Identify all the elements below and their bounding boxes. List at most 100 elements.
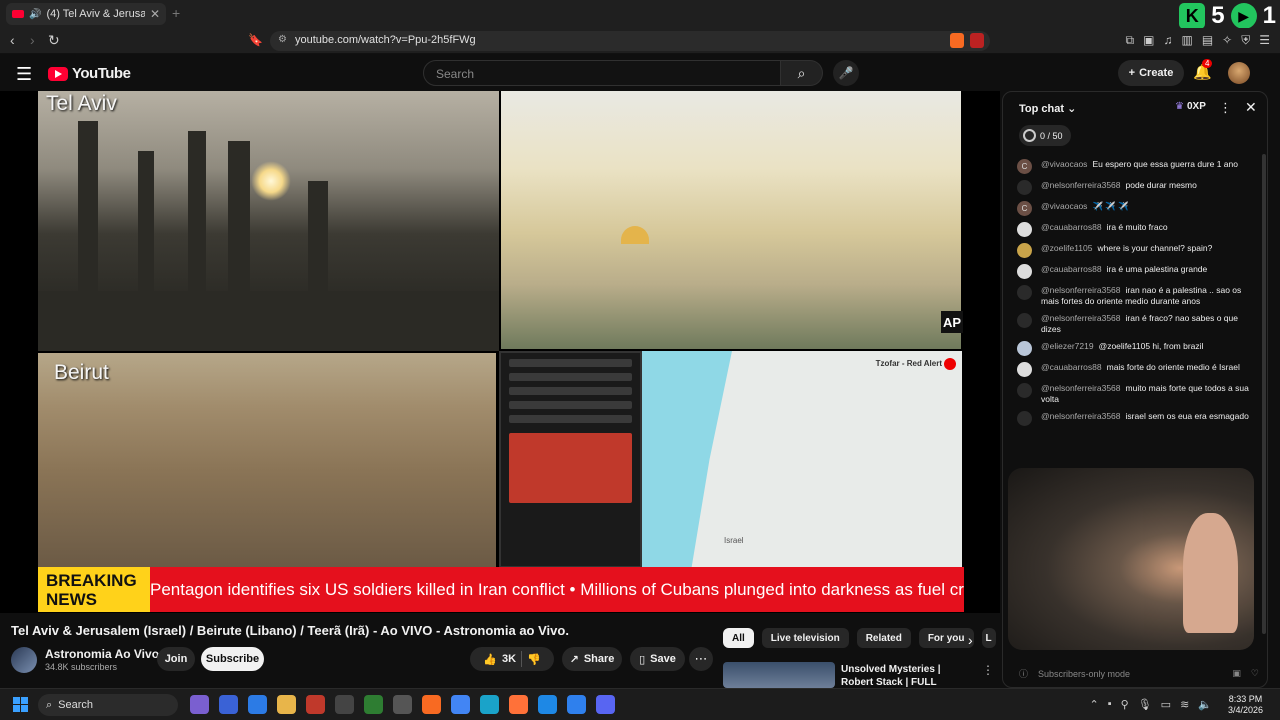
tray-app-icon[interactable]: ▪: [1108, 698, 1112, 711]
address-bar[interactable]: ⚙ youtube.com/watch?v=Ppu-2h5fFWg: [270, 31, 990, 51]
recommended-thumbnail[interactable]: [723, 662, 835, 688]
discord-icon[interactable]: [596, 695, 615, 714]
chat-more-icon[interactable]: ⋮: [1219, 100, 1232, 116]
heart-icon[interactable]: ♡: [1251, 668, 1259, 679]
app-icon[interactable]: [306, 695, 325, 714]
taskbar-search[interactable]: ⌕ Search: [38, 694, 178, 716]
search-button[interactable]: ⌕: [781, 60, 823, 86]
info-icon[interactable]: ⓘ: [1019, 667, 1028, 680]
like-icon[interactable]: 👍: [483, 653, 497, 666]
wallet-icon[interactable]: ▣: [1143, 33, 1154, 48]
chat-author[interactable]: @nelsonferreira3568: [1041, 285, 1121, 295]
firefox-icon[interactable]: [509, 695, 528, 714]
volume-icon[interactable]: 🔈: [1198, 698, 1212, 711]
display-icon[interactable]: ▭: [1161, 698, 1171, 711]
like-count[interactable]: 3K: [502, 653, 516, 665]
hamburger-menu-icon[interactable]: ☰: [16, 64, 32, 85]
chat-author[interactable]: @nelsonferreira3568: [1041, 383, 1121, 393]
windows-start-icon[interactable]: [13, 697, 28, 712]
browser-tab[interactable]: 🔊 (4) Tel Aviv & Jerusalem (Israe ✕: [6, 3, 166, 25]
chat-author[interactable]: @nelsonferreira3568: [1041, 411, 1121, 421]
app-icon[interactable]: [538, 695, 557, 714]
play-extension-icon[interactable]: ▶: [1230, 3, 1257, 29]
dislike-icon[interactable]: 👎: [527, 653, 541, 666]
mic-icon[interactable]: 🎙: [1138, 698, 1152, 711]
gift-icon[interactable]: ▣: [1232, 668, 1241, 679]
chat-avatar[interactable]: [1017, 180, 1032, 195]
goal-progress[interactable]: 0 / 50: [1019, 125, 1071, 146]
leo-icon[interactable]: ✧: [1222, 33, 1232, 48]
chat-avatar[interactable]: [1017, 222, 1032, 237]
vscode-icon[interactable]: [567, 695, 586, 714]
forward-icon[interactable]: ›: [30, 32, 35, 48]
share-button[interactable]: ↗ Share: [562, 647, 622, 671]
chip-for-you[interactable]: For you: [918, 628, 974, 648]
chat-author[interactable]: @zoelife1105: [1041, 243, 1092, 253]
save-button[interactable]: ▯ Save: [630, 647, 685, 671]
menu-icon[interactable]: ☰: [1259, 33, 1270, 48]
chip-all[interactable]: All: [723, 628, 754, 648]
app-icon[interactable]: [190, 695, 209, 714]
chevron-up-icon[interactable]: ⌃: [1090, 698, 1099, 711]
chat-author[interactable]: @cauabarros88: [1041, 362, 1102, 372]
chat-scrollbar[interactable]: [1262, 154, 1266, 634]
voice-search-button[interactable]: 🎤: [833, 60, 859, 86]
points-badge[interactable]: ♛ 0XP: [1175, 101, 1206, 112]
app-icon[interactable]: [248, 695, 267, 714]
chat-avatar[interactable]: C: [1017, 201, 1032, 216]
bookmark-icon[interactable]: 🔖: [248, 33, 263, 47]
chat-author[interactable]: @eliezer7219: [1041, 341, 1094, 351]
video-player[interactable]: Tzofar - Red Alert Israel Tel Aviv Beiru…: [0, 91, 1000, 613]
file-explorer-icon[interactable]: [277, 695, 296, 714]
network-icon[interactable]: ⚲: [1121, 698, 1129, 711]
media-icon[interactable]: ♫: [1163, 33, 1172, 48]
edge-icon[interactable]: [480, 695, 499, 714]
chrome-icon[interactable]: [451, 695, 470, 714]
chip-live-television[interactable]: Live television: [761, 628, 849, 648]
brave-rewards-icon[interactable]: [970, 33, 984, 48]
wifi-icon[interactable]: ≋: [1180, 698, 1189, 711]
new-tab-icon[interactable]: +: [172, 5, 180, 21]
brave-shields-icon[interactable]: [950, 33, 964, 48]
chat-avatar[interactable]: [1017, 383, 1032, 398]
chat-author[interactable]: @vivaocaos: [1041, 159, 1087, 169]
notifications-button[interactable]: 🔔 4: [1193, 59, 1213, 81]
chat-avatar[interactable]: [1017, 285, 1032, 300]
audio-playing-icon[interactable]: 🔊: [29, 9, 41, 20]
kick-icon[interactable]: K: [1179, 3, 1206, 29]
create-button[interactable]: + Create: [1118, 60, 1184, 86]
site-info-icon[interactable]: ⚙: [278, 34, 287, 45]
back-icon[interactable]: ‹: [10, 32, 15, 48]
recommended-more-icon[interactable]: ⋮: [982, 663, 994, 677]
sidebar-icon[interactable]: ▥: [1181, 33, 1192, 48]
app-icon[interactable]: [393, 695, 412, 714]
chat-avatar[interactable]: [1017, 313, 1032, 328]
chat-avatar[interactable]: [1017, 341, 1032, 356]
wallet2-icon[interactable]: ▤: [1202, 33, 1213, 48]
close-tab-icon[interactable]: ✕: [150, 7, 160, 21]
chat-avatar[interactable]: C: [1017, 159, 1032, 174]
chat-author[interactable]: @cauabarros88: [1041, 222, 1102, 232]
chat-avatar[interactable]: [1017, 243, 1032, 258]
chat-author[interactable]: @cauabarros88: [1041, 264, 1102, 274]
chat-author[interactable]: @vivaocaos: [1041, 201, 1087, 211]
search-input[interactable]: Search: [423, 60, 781, 86]
channel-name[interactable]: Astronomia Ao Vivo: [45, 647, 159, 661]
close-chat-icon[interactable]: ✕: [1245, 99, 1257, 116]
chip-partial[interactable]: L: [981, 628, 996, 648]
chat-author[interactable]: @nelsonferreira3568: [1041, 180, 1121, 190]
channel-avatar[interactable]: [11, 647, 37, 673]
system-clock[interactable]: 8:33 PM 3/4/2026: [1228, 694, 1263, 716]
chat-avatar[interactable]: [1017, 264, 1032, 279]
app-icon[interactable]: [364, 695, 383, 714]
subscribe-button[interactable]: Subscribe: [201, 647, 264, 671]
app-icon[interactable]: [335, 695, 354, 714]
reload-icon[interactable]: ↻: [48, 32, 60, 49]
chat-avatar[interactable]: [1017, 411, 1032, 426]
chat-author[interactable]: @nelsonferreira3568: [1041, 313, 1121, 323]
extensions-icon[interactable]: ⧉: [1126, 33, 1135, 48]
youtube-logo[interactable]: YouTube: [48, 65, 131, 82]
chevron-right-icon[interactable]: ›: [968, 632, 973, 648]
chip-related[interactable]: Related: [856, 628, 911, 648]
join-button[interactable]: Join: [157, 647, 195, 671]
